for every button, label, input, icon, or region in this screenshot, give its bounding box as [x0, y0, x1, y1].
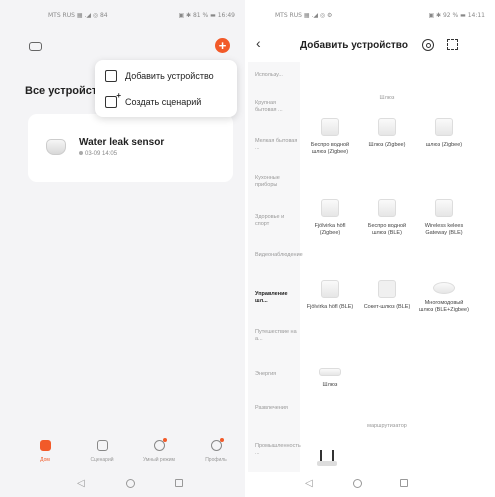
menu-item-label: Создать сценарий [125, 97, 202, 107]
device-item[interactable]: Беспро водной шлюз (Zigbee) [305, 118, 355, 156]
gateway-icon [321, 199, 339, 217]
device-label: Fjölvirka höfl (Zigbee) [314, 223, 346, 236]
device-label: шлюз (Zigbee) [425, 142, 463, 148]
tab-smart[interactable]: Умный режим [134, 438, 184, 463]
category-item[interactable]: Здоровье и спорт [255, 214, 299, 228]
page-title: Добавить устройство [300, 40, 408, 51]
device-item[interactable]: Fjölvirka höfl (Zigbee) [305, 199, 355, 237]
category-item[interactable]: Использу... [255, 72, 299, 79]
menu-item-create-scene[interactable]: Создать сценарий [105, 91, 202, 112]
smart-icon [153, 438, 167, 451]
add-device-screen: MTS RUS ▦ .◢ ◎ ⚙ ▣ ✱ 92 % ▬ 14:11 ‹ Доба… [248, 0, 495, 497]
device-label: Многомодовый шлюз (BLE+Zigbee) [419, 300, 469, 313]
gateway-icon [435, 118, 453, 136]
scene-add-icon [105, 91, 121, 108]
section-title-gateways: Шлюз [379, 95, 395, 101]
nav-home-icon[interactable] [126, 479, 135, 488]
nav-back-icon[interactable]: ◁ [305, 478, 313, 489]
qr-scan-icon[interactable] [447, 39, 458, 50]
bottom-tab-bar: Дом Сценарий Умный режим Профиль [0, 438, 245, 470]
socket-icon [378, 280, 396, 298]
gateway-icon [378, 118, 396, 136]
device-item[interactable]: Fjölvirka höfl (BLE) [305, 280, 355, 311]
scan-icon[interactable] [422, 39, 434, 51]
category-item[interactable]: Мелкая бытовая ... [255, 138, 299, 152]
category-item[interactable]: Промышленность ... [255, 443, 301, 457]
tab-profile[interactable]: Профиль [191, 438, 241, 463]
nav-back-icon[interactable]: ◁ [77, 478, 85, 489]
back-icon[interactable]: ‹ [256, 35, 261, 51]
system-nav-bar: ◁ [248, 476, 495, 492]
category-item[interactable]: Видеонаблюдение [255, 252, 303, 259]
router-base [317, 461, 337, 466]
category-item-active[interactable]: Управление шл... [255, 291, 299, 305]
device-label: Wireless kelees Gateway (BLE) [424, 223, 464, 236]
device-label: Шлюз (Zigbee) [368, 142, 406, 148]
device-item[interactable]: Сокет-шлюз (BLE) [362, 280, 412, 311]
device-meta: 03-09 14:05 [79, 151, 117, 157]
device-card[interactable]: Water leak sensor 03-09 14:05 [28, 114, 233, 182]
add-menu-popup: Добавить устройство Создать сценарий [95, 60, 237, 117]
device-item[interactable]: Шлюз [305, 368, 355, 389]
checkbox-icon [96, 440, 108, 451]
add-button[interactable]: + [215, 38, 230, 53]
status-left: MTS RUS ▦ .◢ ◎ 84 [48, 12, 108, 19]
home-switch-icon[interactable] [29, 42, 42, 51]
device-label: Беспро водной шлюз (BLE) [367, 223, 407, 236]
gateway-icon [321, 118, 339, 136]
status-left: MTS RUS ▦ .◢ ◎ ⚙ [275, 12, 333, 19]
tab-label: Умный режим [142, 457, 175, 463]
notification-dot [162, 438, 167, 442]
gateway-icon [319, 368, 341, 376]
device-date: 03-09 14:05 [85, 151, 118, 157]
profile-icon [210, 438, 224, 451]
tab-scene[interactable]: Сценарий [77, 440, 127, 463]
system-nav-bar: ◁ [0, 476, 245, 492]
device-label: Беспро водной шлюз (Zigbee) [310, 142, 350, 155]
device-item[interactable]: шлюз (Zigbee) [419, 118, 469, 149]
device-label: Сокет-шлюз (BLE) [363, 304, 411, 310]
device-item[interactable]: Многомодовый шлюз (BLE+Zigbee) [419, 282, 469, 314]
router-icon[interactable] [317, 448, 337, 468]
status-right: ▣ ✱ 81 % ▬ 16:49 [178, 12, 235, 19]
status-bar: MTS RUS ▦ .◢ ◎ ⚙ ▣ ✱ 92 % ▬ 14:11 [248, 0, 495, 28]
device-item[interactable]: Шлюз (Zigbee) [362, 118, 412, 149]
gateway-icon [435, 199, 453, 217]
page-title: Все устройства [25, 85, 100, 97]
device-item[interactable]: Беспро водной шлюз (BLE) [362, 199, 412, 237]
category-item[interactable]: Энергия [255, 371, 299, 378]
device-label: Шлюз [322, 382, 338, 388]
nav-recents-icon[interactable] [175, 479, 183, 487]
nav-recents-icon[interactable] [400, 479, 408, 487]
device-name: Water leak sensor [79, 137, 165, 148]
tab-label: Дом [40, 457, 50, 463]
menu-item-label: Добавить устройство [125, 71, 214, 81]
section-title-router: маршрутизатор [367, 423, 407, 429]
nav-home-icon[interactable] [353, 479, 362, 488]
gateway-icon [378, 199, 396, 217]
category-item[interactable]: Развлечения [255, 405, 299, 412]
tab-label: Сценарий [90, 457, 114, 463]
menu-item-add-device[interactable]: Добавить устройство [105, 66, 214, 86]
tab-label: Профиль [205, 457, 227, 463]
category-item[interactable]: Кухонные приборы [255, 175, 299, 189]
device-icon [105, 70, 117, 82]
home-icon [39, 440, 51, 451]
gateway-icon [321, 280, 339, 298]
home-screen: MTS RUS ▦ .◢ ◎ 84 ▣ ✱ 81 % ▬ 16:49 + Все… [0, 0, 245, 497]
hub-icon [433, 282, 455, 294]
status-right: ▣ ✱ 92 % ▬ 14:11 [428, 12, 485, 19]
notification-dot [219, 438, 224, 442]
device-item[interactable]: Wireless kelees Gateway (BLE) [419, 199, 469, 237]
location-icon [79, 151, 83, 155]
status-bar: MTS RUS ▦ .◢ ◎ 84 ▣ ✱ 81 % ▬ 16:49 [0, 0, 245, 28]
tab-home[interactable]: Дом [20, 440, 70, 463]
category-item[interactable]: Путешествие на а... [255, 329, 299, 343]
category-list: Использу... Крупная бытовая ... Мелкая б… [248, 62, 303, 472]
device-label: Fjölvirka höfl (BLE) [306, 304, 354, 310]
category-item[interactable]: Крупная бытовая ... [255, 100, 299, 114]
water-sensor-icon [46, 139, 66, 155]
